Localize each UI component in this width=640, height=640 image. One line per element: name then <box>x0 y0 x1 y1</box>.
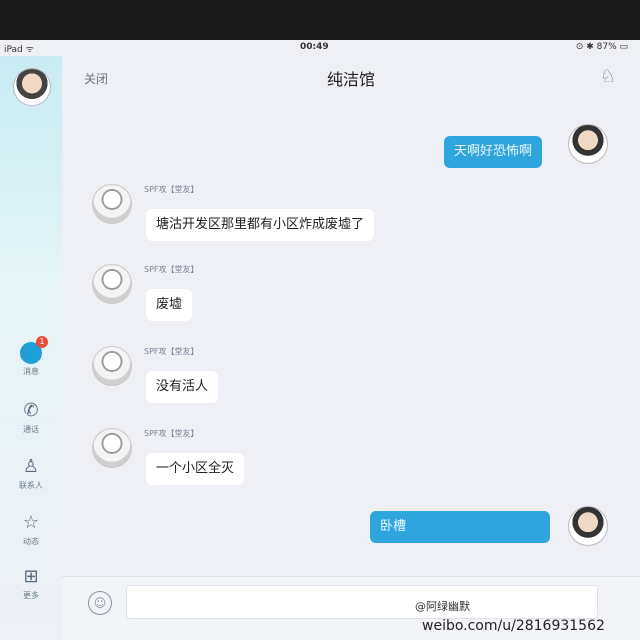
sidebar-item-label: 联系人 <box>19 481 43 490</box>
group-info-icon[interactable]: ♘ <box>600 66 616 87</box>
phone-icon: ✆ <box>23 400 39 421</box>
sidebar-item-label: 动态 <box>23 537 39 546</box>
peer-avatar[interactable] <box>92 346 132 386</box>
message-bubble: 没有活人 <box>146 371 219 403</box>
message-bubble-mine: 天啊好恐怖啊 <box>444 136 543 168</box>
sidebar-item-calls[interactable]: ✆ 通话 <box>0 400 62 435</box>
sidebar-item-label: 消息 <box>23 367 39 376</box>
sidebar-item-messages[interactable]: 1 消息 <box>0 336 62 377</box>
message-bubble-mine: 卧槽 <box>370 511 550 543</box>
message-input[interactable] <box>126 585 598 619</box>
sidebar-item-label: 通话 <box>23 425 39 434</box>
sender-name: SPF攻【堂友】 <box>144 185 199 194</box>
sidebar: 1 消息 ✆ 通话 ♙ 联系人 ☆ 动态 ⊞ 更多 <box>0 56 62 640</box>
star-icon: ☆ <box>22 512 40 533</box>
watermark-handle: @阿绿幽默 <box>415 600 470 613</box>
peer-avatar[interactable] <box>92 184 132 224</box>
emoji-icon[interactable]: ☺ <box>88 591 112 615</box>
sidebar-item-feed[interactable]: ☆ 动态 <box>0 512 62 547</box>
battery-indicator: ⊙ ✱ 87% ▭ <box>575 42 628 52</box>
grid-icon: ⊞ <box>23 566 39 587</box>
status-bar: iPad ᯤ 00:49 ⊙ ✱ 87% ▭ <box>0 40 640 56</box>
unread-badge: 1 <box>36 336 48 348</box>
watermark-url: weibo.com/u/2816931562 <box>422 618 605 634</box>
user-avatar[interactable] <box>13 68 51 106</box>
message-bubble: 一个小区全灭 <box>146 453 245 485</box>
sender-name: SPF攻【堂友】 <box>144 347 199 356</box>
peer-avatar[interactable] <box>92 428 132 468</box>
chat-panel: 关闭 纯洁馆 ♘ 天啊好恐怖啊 SPF攻【堂友】 塘沽开发区那里都有小区炸成废墟… <box>62 56 640 640</box>
message-bubble: 废墟 <box>146 289 193 321</box>
sidebar-item-more[interactable]: ⊞ 更多 <box>0 566 62 601</box>
my-avatar[interactable] <box>568 124 608 164</box>
carrier-label: iPad ᯤ <box>4 45 34 55</box>
chat-header: 关闭 纯洁馆 ♘ <box>62 56 640 100</box>
clock: 00:49 <box>300 42 329 52</box>
sender-name: SPF攻【堂友】 <box>144 265 199 274</box>
message-bubble: 塘沽开发区那里都有小区炸成废墟了 <box>146 209 375 241</box>
sender-name: SPF攻【堂友】 <box>144 429 199 438</box>
sidebar-item-contacts[interactable]: ♙ 联系人 <box>0 456 62 491</box>
sidebar-item-label: 更多 <box>23 591 39 600</box>
peer-avatar[interactable] <box>92 264 132 304</box>
chat-title: 纯洁馆 <box>326 70 375 89</box>
screen: iPad ᯤ 00:49 ⊙ ✱ 87% ▭ 1 消息 ✆ 通话 ♙ 联系人 ☆… <box>0 40 640 640</box>
my-avatar[interactable] <box>568 506 608 546</box>
contact-icon: ♙ <box>22 456 40 477</box>
